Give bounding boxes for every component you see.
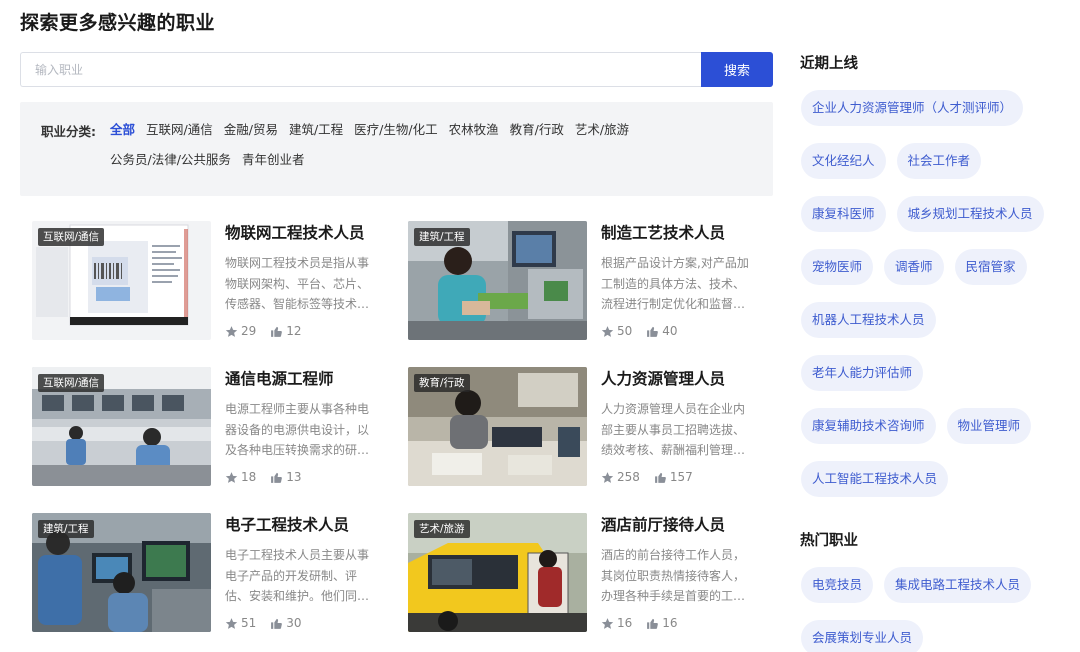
job-card[interactable]: 建筑/工程 制造工艺技术人员 根据产品设计方案,对产品加工制造的具体方法、技术、… [408,221,758,343]
card-title[interactable]: 电子工程技术人员 [225,513,349,535]
card-title[interactable]: 人力资源管理人员 [601,367,725,389]
filter-item-art[interactable]: 艺术/旅游 [575,121,629,138]
like-count[interactable]: 12 [270,324,302,338]
job-card[interactable]: 艺术/旅游 酒店前厅接待人员 酒店的前台接待工作人员，其岗位职责热情接待客人，办… [408,513,758,635]
recent-chip[interactable]: 社会工作者 [896,143,982,179]
recent-chip[interactable]: 机器人工程技术人员 [801,302,936,338]
filter-item-youth[interactable]: 青年创业者 [242,151,305,168]
filter-item-all[interactable]: 全部 [110,121,135,138]
star-icon [225,471,238,483]
recent-chip[interactable]: 物业管理师 [946,408,1032,444]
star-icon [225,325,238,337]
card-stats: 16 16 [601,616,692,630]
hot-title: 热门职业 [800,533,858,549]
like-count[interactable]: 30 [270,616,302,630]
card-title[interactable]: 通信电源工程师 [225,367,334,389]
thumbs-up-icon [271,326,283,337]
card-category-tag: 教育/行政 [414,374,470,392]
card-title[interactable]: 制造工艺技术人员 [601,221,725,243]
recent-chip[interactable]: 人工智能工程技术人员 [801,461,949,497]
recent-chip[interactable]: 调香师 [884,249,944,285]
card-stats: 18 13 [225,470,316,484]
job-thumbnail: 建筑/工程 [32,513,211,632]
page-title: 探索更多感兴趣的职业 [20,12,216,34]
thumbs-up-icon [647,618,659,629]
thumbs-up-icon [647,326,659,337]
card-category-tag: 互联网/通信 [38,228,105,246]
filter-item-public-service[interactable]: 公务员/法律/公共服务 [110,151,231,168]
card-description: 根据产品设计方案,对产品加工制造的具体方法、技术、流程进行制定优化和监督… [601,256,749,311]
card-stats: 29 12 [225,324,316,338]
star-count[interactable]: 51 [225,616,256,630]
star-count[interactable]: 16 [601,616,632,630]
like-count[interactable]: 40 [646,324,678,338]
job-thumbnail: 教育/行政 [408,367,587,486]
star-count[interactable]: 258 [601,470,640,484]
card-description: 电源工程师主要从事各种电器设备的电源供电设计，以及各种电压转换需求的研… [225,402,370,457]
thumbs-up-icon [654,472,666,483]
recent-title: 近期上线 [800,56,858,72]
star-icon [601,471,614,483]
star-count[interactable]: 29 [225,324,256,338]
filter-items: 全部 互联网/通信 金融/贸易 建筑/工程 医疗/生物/化工 农林牧渔 教育/行… [110,121,670,168]
recent-chip[interactable]: 康复辅助技术咨询师 [801,408,936,444]
job-thumbnail: 互联网/通信 [32,221,211,340]
like-count[interactable]: 16 [646,616,678,630]
like-count[interactable]: 157 [654,470,693,484]
recent-chip[interactable]: 民宿管家 [954,249,1027,285]
job-thumbnail: 艺术/旅游 [408,513,587,632]
thumbs-up-icon [271,618,283,629]
filter-item-agriculture[interactable]: 农林牧渔 [449,121,499,138]
card-title[interactable]: 物联网工程技术人员 [225,221,365,243]
recent-chip[interactable]: 老年人能力评估师 [801,355,924,391]
recent-chip[interactable]: 城乡规划工程技术人员 [896,196,1044,232]
filter-item-education[interactable]: 教育/行政 [510,121,564,138]
filter-item-finance[interactable]: 金融/贸易 [224,121,278,138]
card-category-tag: 艺术/旅游 [414,520,470,538]
card-stats: 258 157 [601,470,707,484]
category-filter: 职业分类: 全部 互联网/通信 金融/贸易 建筑/工程 医疗/生物/化工 农林牧… [20,102,773,196]
job-card[interactable]: 互联网/通信 物联网工程技术人员 物联网工程技术员是指从事物联网架构、平台、芯片… [32,221,382,343]
search-bar: 搜索 [20,52,773,87]
search-input[interactable] [20,52,701,87]
recent-chip[interactable]: 康复科医师 [801,196,886,232]
hot-chip[interactable]: 集成电路工程技术人员 [884,567,1032,603]
filter-item-internet[interactable]: 互联网/通信 [146,121,213,138]
card-category-tag: 互联网/通信 [38,374,105,392]
job-card[interactable]: 互联网/通信 通信电源工程师 电源工程师主要从事各种电器设备的电源供电设计，以及… [32,367,382,489]
card-description: 物联网工程技术员是指从事物联网架构、平台、芯片、传感器、智能标签等技术… [225,256,370,311]
card-category-tag: 建筑/工程 [38,520,94,538]
filter-item-medical[interactable]: 医疗/生物/化工 [354,121,437,138]
star-icon [601,325,614,337]
card-stats: 50 40 [601,324,692,338]
card-category-tag: 建筑/工程 [414,228,470,246]
card-description: 人力资源管理人员在企业内部主要从事员工招聘选拔、绩效考核、薪酬福利管理… [601,402,746,457]
like-count[interactable]: 13 [270,470,302,484]
filter-item-construction[interactable]: 建筑/工程 [289,121,343,138]
recent-chip[interactable]: 宠物医师 [801,249,874,285]
filter-label: 职业分类: [41,124,96,139]
card-description: 酒店的前台接待工作人员，其岗位职责热情接待客人，办理各种手续是首要的工… [601,548,746,603]
recent-chips: 企业人力资源管理师（人才测评师） 文化经纪人 社会工作者 康复科医师 城乡规划工… [801,90,1061,497]
hot-chip[interactable]: 会展策划专业人员 [801,620,924,652]
job-card[interactable]: 建筑/工程 电子工程技术人员 电子工程技术人员主要从事电子产品的开发研制、评估、… [32,513,382,635]
card-stats: 51 30 [225,616,316,630]
job-thumbnail: 建筑/工程 [408,221,587,340]
star-count[interactable]: 50 [601,324,632,338]
recent-chip[interactable]: 企业人力资源管理师（人才测评师） [801,90,1024,126]
star-count[interactable]: 18 [225,470,256,484]
search-button[interactable]: 搜索 [701,52,773,87]
hot-chips: 电竞技员 集成电路工程技术人员 会展策划专业人员 [801,567,1061,652]
card-description: 电子工程技术人员主要从事电子产品的开发研制、评估、安装和维护。他们同… [225,548,370,603]
card-title[interactable]: 酒店前厅接待人员 [601,513,725,535]
star-icon [601,617,614,629]
thumbs-up-icon [271,472,283,483]
recent-chip[interactable]: 文化经纪人 [801,143,886,179]
job-card[interactable]: 教育/行政 人力资源管理人员 人力资源管理人员在企业内部主要从事员工招聘选拔、绩… [408,367,758,489]
hot-chip[interactable]: 电竞技员 [801,567,874,603]
star-icon [225,617,238,629]
job-thumbnail: 互联网/通信 [32,367,211,486]
